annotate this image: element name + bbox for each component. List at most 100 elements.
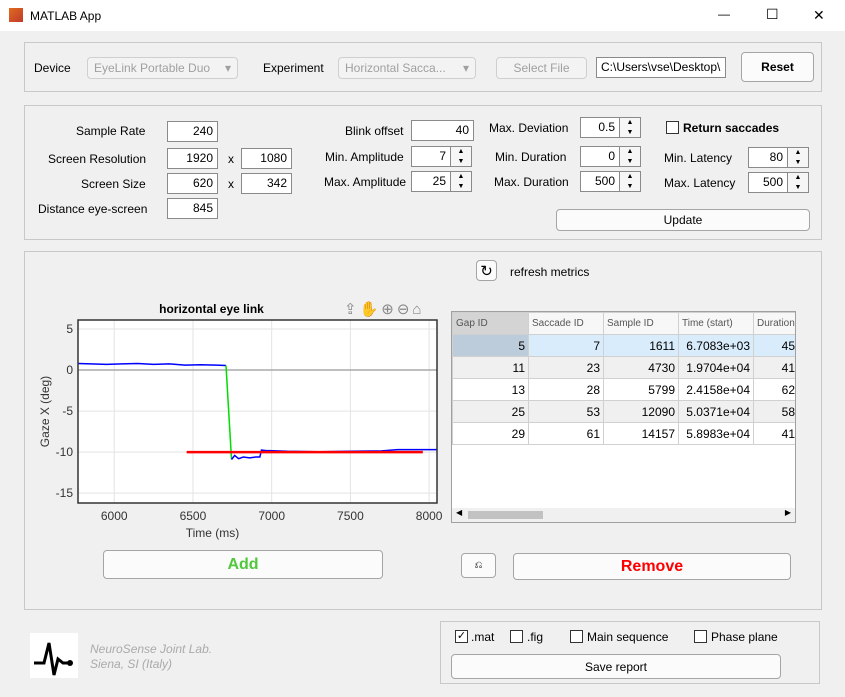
max-amplitude-spinner[interactable]: ▲ ▼ — [450, 171, 472, 192]
max-duration-field[interactable]: 500 — [580, 171, 620, 192]
return-saccades-checkbox[interactable] — [666, 121, 679, 134]
gaze-chart[interactable]: 6000 6500 7000 7500 8000 5 0 -5 -10 -15 horizontal… — [30, 295, 445, 545]
table-row[interactable]: 25 53 12090 5.0371e+04 58 — [452, 400, 795, 423]
min-amplitude-spinner[interactable]: ▲ ▼ — [450, 146, 472, 167]
arrow-up-icon[interactable]: ▲ — [788, 173, 808, 183]
save-report-button[interactable]: Save report — [451, 654, 781, 679]
pan-hand-icon[interactable]: ✋ — [360, 301, 382, 318]
screen-res-width-field[interactable]: 1920 — [167, 148, 218, 169]
arrow-up-icon[interactable]: ▲ — [788, 148, 808, 158]
arrow-down-icon[interactable]: ▼ — [451, 157, 471, 167]
table-cell[interactable]: 7 — [528, 334, 604, 357]
table-cell[interactable]: 61 — [528, 422, 604, 445]
table-cell[interactable]: 41 — [753, 356, 795, 379]
column-header[interactable]: Sample ID — [603, 312, 679, 335]
table-cell[interactable]: 23 — [528, 356, 604, 379]
distance-field[interactable]: 845 — [167, 198, 218, 219]
scroll-right-icon[interactable]: ▶ — [785, 508, 791, 517]
table-cell[interactable]: 25 — [452, 400, 529, 423]
table-cell[interactable]: 5.0371e+04 — [678, 400, 754, 423]
table-cell[interactable]: 1.9704e+04 — [678, 356, 754, 379]
phase-plane-checkbox[interactable] — [694, 630, 707, 643]
home-icon[interactable]: ⌂ — [412, 301, 424, 318]
main-sequence-checkbox[interactable] — [570, 630, 583, 643]
table-cell[interactable]: 5.8983e+04 — [678, 422, 754, 445]
table-cell[interactable]: 53 — [528, 400, 604, 423]
table-cell[interactable]: 6.7083e+03 — [678, 334, 754, 357]
table-row[interactable]: 13 28 5799 2.4158e+04 62 — [452, 378, 795, 401]
max-duration-spinner[interactable]: ▲ ▼ — [619, 171, 641, 192]
scroll-left-icon[interactable]: ◀ — [456, 508, 462, 517]
arrow-down-icon[interactable]: ▼ — [788, 183, 808, 193]
table-cell[interactable]: 41 — [753, 422, 795, 445]
experiment-dropdown[interactable]: Horizontal Sacca... ▾ — [338, 57, 476, 79]
blink-offset-field[interactable]: 40 — [411, 120, 474, 141]
add-button[interactable]: Add — [103, 550, 383, 579]
table-row[interactable]: 29 61 14157 5.8983e+04 41 — [452, 422, 795, 445]
max-deviation-spinner[interactable]: ▲ ▼ — [619, 117, 641, 138]
arrow-up-icon[interactable]: ▲ — [451, 172, 471, 182]
reset-button[interactable]: Reset — [741, 52, 814, 82]
table-row[interactable]: 11 23 4730 1.9704e+04 41 — [452, 356, 795, 379]
table-cell[interactable]: 5799 — [603, 378, 679, 401]
mat-checkbox[interactable]: ✓ — [455, 630, 468, 643]
arrow-up-icon[interactable]: ▲ — [620, 118, 640, 128]
table-cell[interactable]: 28 — [528, 378, 604, 401]
column-header[interactable]: Duration — [753, 312, 795, 335]
arrow-down-icon[interactable]: ▼ — [451, 182, 471, 192]
sample-rate-field[interactable]: 240 — [167, 121, 218, 142]
horizontal-scrollbar[interactable]: ◀ ▶ — [452, 508, 795, 522]
maximize-button[interactable]: ☐ — [766, 6, 779, 23]
remove-button[interactable]: Remove — [513, 553, 791, 580]
arrow-up-icon[interactable]: ▲ — [451, 147, 471, 157]
table-cell[interactable]: 5 — [452, 334, 529, 357]
column-header[interactable]: Time (start) — [678, 312, 754, 335]
table-cell[interactable]: 11 — [452, 356, 529, 379]
undo-button[interactable]: ⎌ — [461, 553, 496, 578]
table-cell[interactable]: 2.4158e+04 — [678, 378, 754, 401]
min-latency-field[interactable]: 80 — [748, 147, 788, 168]
select-file-button[interactable]: Select File — [496, 57, 587, 79]
arrow-down-icon[interactable]: ▼ — [620, 182, 640, 192]
min-latency-spinner[interactable]: ▲ ▼ — [787, 147, 809, 168]
minimize-button[interactable]: — — [718, 7, 730, 21]
min-duration-spinner[interactable]: ▲ ▼ — [619, 146, 641, 167]
table-cell[interactable]: 13 — [452, 378, 529, 401]
table-cell[interactable]: 62 — [753, 378, 795, 401]
arrow-down-icon[interactable]: ▼ — [620, 157, 640, 167]
column-header[interactable]: Saccade ID — [528, 312, 604, 335]
file-path-field[interactable]: C:\Users\vse\Desktop\ — [596, 57, 726, 78]
min-amplitude-field[interactable]: 7 — [411, 146, 451, 167]
update-button[interactable]: Update — [556, 209, 810, 231]
device-dropdown[interactable]: EyeLink Portable Duo ▾ — [87, 57, 238, 79]
screen-size-height-field[interactable]: 342 — [241, 173, 292, 194]
max-latency-field[interactable]: 500 — [748, 172, 788, 193]
arrow-up-icon[interactable]: ▲ — [620, 147, 640, 157]
refresh-button[interactable]: ↻ — [476, 260, 497, 281]
arrow-down-icon[interactable]: ▼ — [788, 158, 808, 168]
min-duration-field[interactable]: 0 — [580, 146, 620, 167]
column-header[interactable]: Gap ID — [452, 312, 529, 335]
max-latency-spinner[interactable]: ▲ ▼ — [787, 172, 809, 193]
table-cell[interactable]: 1611 — [603, 334, 679, 357]
zoom-in-icon[interactable]: ⊕ — [381, 301, 397, 318]
screen-size-width-field[interactable]: 620 — [167, 173, 218, 194]
scrollbar-thumb[interactable] — [468, 511, 543, 519]
max-deviation-field[interactable]: 0.5 — [580, 117, 620, 138]
arrow-down-icon[interactable]: ▼ — [620, 128, 640, 138]
table-cell[interactable]: 45 — [753, 334, 795, 357]
table-row[interactable]: 5 7 1611 6.7083e+03 45 — [452, 334, 795, 357]
table-cell[interactable]: 12090 — [603, 400, 679, 423]
fig-checkbox[interactable] — [510, 630, 523, 643]
table-cell[interactable]: 4730 — [603, 356, 679, 379]
zoom-out-icon[interactable]: ⊖ — [397, 301, 413, 318]
table-cell[interactable]: 58 — [753, 400, 795, 423]
close-button[interactable]: ✕ — [813, 7, 825, 24]
saccade-table[interactable]: Gap ID Saccade ID Sample ID Time (start) Dur… — [451, 311, 796, 523]
export-icon[interactable]: ⇪ — [344, 301, 360, 318]
table-cell[interactable]: 14157 — [603, 422, 679, 445]
max-amplitude-field[interactable]: 25 — [411, 171, 451, 192]
table-cell[interactable]: 29 — [452, 422, 529, 445]
arrow-up-icon[interactable]: ▲ — [620, 172, 640, 182]
screen-res-height-field[interactable]: 1080 — [241, 148, 292, 169]
